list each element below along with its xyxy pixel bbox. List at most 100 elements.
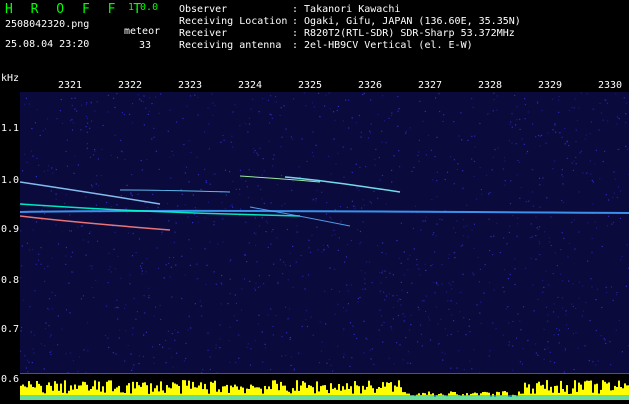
noise-speck <box>625 122 626 123</box>
power-strip <box>20 373 629 400</box>
noise-speck <box>398 109 399 110</box>
noise-speck <box>138 363 139 364</box>
noise-speck <box>393 318 394 319</box>
x-tick-label: 2322 <box>118 81 142 91</box>
noise-speck <box>546 271 547 272</box>
noise-speck <box>401 282 402 283</box>
noise-speck <box>437 224 438 225</box>
noise-speck <box>506 308 507 309</box>
noise-speck <box>40 135 41 136</box>
noise-speck <box>33 353 34 354</box>
noise-speck <box>520 329 521 330</box>
noise-speck <box>40 264 41 265</box>
noise-speck <box>81 226 82 227</box>
noise-speck <box>455 232 456 233</box>
noise-speck <box>285 264 286 265</box>
noise-speck <box>142 263 143 264</box>
noise-speck <box>541 135 542 136</box>
noise-speck <box>280 115 281 116</box>
noise-speck <box>356 122 357 123</box>
noise-speck <box>425 264 426 265</box>
noise-speck <box>471 368 472 369</box>
noise-speck <box>127 212 128 213</box>
noise-speck <box>43 130 44 131</box>
noise-speck <box>478 257 479 258</box>
noise-speck <box>430 265 431 266</box>
noise-speck <box>409 329 410 330</box>
noise-speck <box>575 332 576 333</box>
noise-speck <box>426 154 427 155</box>
noise-speck <box>392 295 393 296</box>
noise-speck <box>625 146 626 147</box>
noise-speck <box>532 284 533 285</box>
noise-speck <box>21 327 22 328</box>
noise-speck <box>338 106 339 107</box>
noise-speck <box>334 234 335 235</box>
noise-speck <box>523 348 524 349</box>
noise-speck <box>106 306 107 307</box>
noise-speck <box>411 283 412 284</box>
noise-speck <box>268 100 269 101</box>
noise-speck <box>321 351 322 352</box>
noise-speck <box>198 221 199 222</box>
noise-speck <box>78 164 79 165</box>
noise-speck <box>391 113 392 114</box>
noise-speck <box>168 131 169 132</box>
noise-speck <box>169 348 170 349</box>
noise-speck <box>410 363 411 364</box>
noise-speck <box>322 342 323 343</box>
noise-speck <box>552 129 553 130</box>
noise-speck <box>493 93 494 94</box>
noise-speck <box>246 261 247 262</box>
noise-speck <box>468 237 469 238</box>
noise-speck <box>51 190 52 191</box>
noise-speck <box>75 98 76 99</box>
noise-speck <box>573 306 574 307</box>
noise-speck <box>135 319 136 320</box>
noise-speck <box>368 137 369 138</box>
noise-speck <box>351 240 352 241</box>
noise-speck <box>168 220 169 221</box>
noise-speck <box>510 180 511 181</box>
noise-speck <box>74 173 75 174</box>
noise-speck <box>380 291 381 292</box>
noise-speck <box>285 355 286 356</box>
noise-speck <box>490 236 491 237</box>
noise-speck <box>130 192 131 193</box>
noise-speck <box>397 126 398 127</box>
noise-speck <box>296 262 297 263</box>
noise-speck <box>558 334 559 335</box>
noise-speck <box>469 326 470 327</box>
noise-speck <box>315 200 316 201</box>
noise-speck <box>195 303 196 304</box>
noise-speck <box>142 169 143 170</box>
noise-speck <box>348 100 349 101</box>
noise-speck <box>625 113 626 114</box>
noise-speck <box>262 361 263 362</box>
noise-speck <box>235 362 236 363</box>
noise-speck <box>153 357 154 358</box>
noise-speck <box>269 275 270 276</box>
noise-speck <box>559 330 560 331</box>
noise-speck <box>70 353 71 354</box>
noise-speck <box>414 248 415 249</box>
noise-speck <box>627 149 628 150</box>
noise-speck <box>481 323 482 324</box>
noise-speck <box>87 123 88 124</box>
noise-speck <box>479 123 480 124</box>
noise-speck <box>326 363 327 364</box>
noise-speck <box>269 141 270 142</box>
noise-speck <box>550 352 551 353</box>
noise-speck <box>65 264 66 265</box>
noise-speck <box>91 268 92 269</box>
noise-speck <box>309 247 310 248</box>
noise-speck <box>532 191 533 192</box>
noise-speck <box>489 282 490 283</box>
noise-speck <box>195 209 196 210</box>
noise-speck <box>51 258 52 259</box>
noise-speck <box>270 244 271 245</box>
noise-speck <box>616 292 617 293</box>
noise-speck <box>540 136 541 137</box>
noise-speck <box>458 135 459 136</box>
noise-speck <box>293 98 294 99</box>
